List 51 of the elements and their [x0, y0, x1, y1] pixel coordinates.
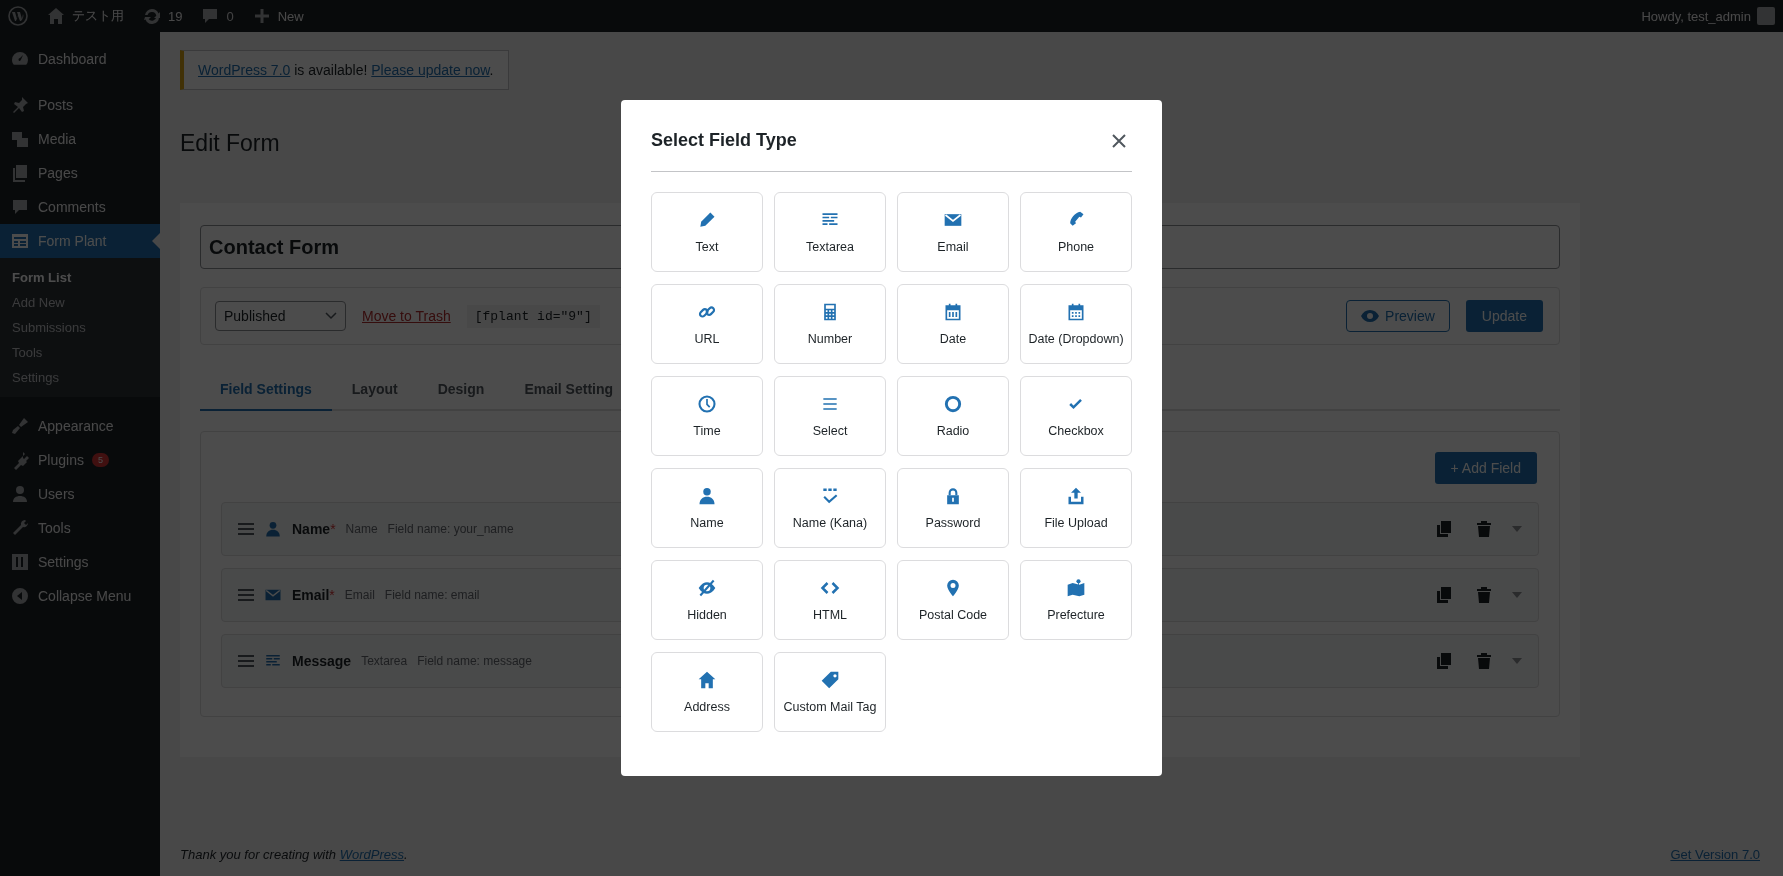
map-icon [1066, 578, 1086, 598]
field-type-option[interactable]: Checkbox [1020, 376, 1132, 456]
wordpress-link[interactable]: WordPress [339, 847, 404, 862]
close-icon[interactable] [1112, 133, 1126, 148]
version-link[interactable]: WordPress 7.0 [198, 62, 291, 78]
calendar-icon [1066, 302, 1086, 322]
field-type-option[interactable]: HTML [774, 560, 886, 640]
field-type-option[interactable]: File Upload [1020, 468, 1132, 548]
field-type-option[interactable]: Prefecture [1020, 560, 1132, 640]
update-count[interactable]: 19 [168, 8, 183, 24]
field-label: Email [292, 587, 330, 603]
field-type-option[interactable]: Address [651, 652, 763, 732]
field-type-option[interactable]: Date (Dropdown) [1020, 284, 1132, 364]
field-label: Message [292, 653, 352, 669]
greeting[interactable]: Howdy, test_admin [1641, 8, 1751, 24]
page-title: Edit Form [180, 130, 280, 157]
dialog-title: Select Field Type [651, 130, 797, 151]
upload-icon [1066, 486, 1086, 506]
field-type-option[interactable]: Radio [897, 376, 1009, 456]
field-type-option[interactable]: Name (Kana) [774, 468, 886, 548]
field-type-option[interactable]: Email [897, 192, 1009, 272]
field-type-option[interactable]: URL [651, 284, 763, 364]
field-type-option[interactable]: Number [774, 284, 886, 364]
required-mark: * [329, 587, 335, 603]
field-label: Name [292, 521, 331, 537]
field-type-option[interactable]: Custom Mail Tag [774, 652, 886, 732]
tag-icon [820, 670, 840, 690]
field-type-option[interactable]: Time [651, 376, 763, 456]
calendar-icon [943, 302, 963, 322]
field-type-option[interactable]: Hidden [651, 560, 763, 640]
field-type-option[interactable]: Select [774, 376, 886, 456]
clock-icon [697, 394, 717, 414]
field-type-option[interactable]: Name [651, 468, 763, 548]
get-version-link[interactable]: Get Version 7.0 [1670, 847, 1760, 862]
field-type-option[interactable]: Textarea [774, 192, 886, 272]
pencil-icon [697, 210, 717, 230]
house-icon [697, 670, 717, 690]
ring-icon [943, 394, 963, 414]
field-type-option[interactable]: Postal Code [897, 560, 1009, 640]
spellcheck-icon [820, 486, 840, 506]
eye-slash-icon [697, 578, 717, 598]
field-type-option[interactable]: Phone [1020, 192, 1132, 272]
user-icon [697, 486, 717, 506]
trash-link[interactable]: Move to Trash [362, 308, 451, 324]
field-type-option[interactable]: Date [897, 284, 1009, 364]
required-mark: * [330, 521, 336, 537]
footer-text: Thank you for creating with WordPress. [180, 847, 408, 862]
update-link[interactable]: Please update now [371, 62, 490, 78]
new-link[interactable]: New [277, 8, 304, 24]
field-type-option[interactable]: Text [651, 192, 763, 272]
field-type-option[interactable]: Password [897, 468, 1009, 548]
